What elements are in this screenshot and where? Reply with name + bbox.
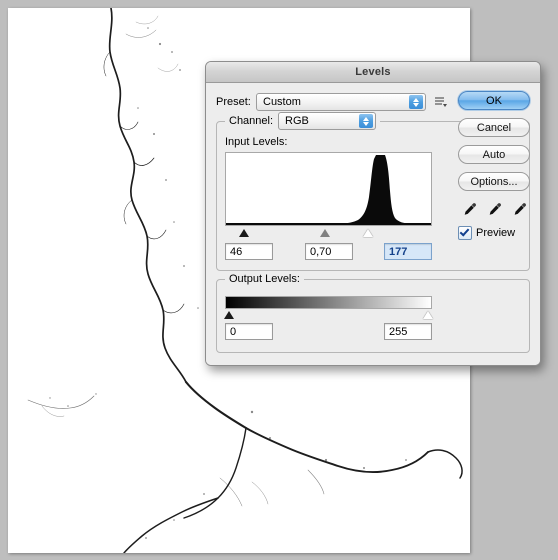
input-white-field[interactable]: 177 (384, 243, 432, 260)
input-levels-slider[interactable] (225, 227, 432, 239)
eyedropper-tool-group (458, 201, 530, 217)
output-levels-gradient (225, 296, 432, 309)
dialog-title: Levels (355, 66, 391, 78)
output-white-field[interactable]: 255 (384, 323, 432, 340)
preset-options-menu-icon[interactable] (434, 95, 448, 109)
cancel-button[interactable]: Cancel (458, 118, 530, 137)
preset-select[interactable]: Custom (256, 93, 426, 111)
histogram-display (225, 152, 432, 226)
input-gamma-field[interactable]: 0,70 (305, 243, 353, 260)
channel-selected-value: RGB (285, 115, 309, 127)
eyedropper-black-point-icon[interactable] (462, 201, 478, 217)
chevron-updown-icon (359, 114, 374, 128)
output-levels-fields: 0 255 (225, 323, 432, 341)
dialog-body: Preset: Custom Channel: RGB Input Levels… (206, 83, 540, 365)
output-white-point-handle[interactable] (423, 311, 433, 319)
input-black-field[interactable]: 46 (225, 243, 273, 260)
histogram-chart (226, 153, 431, 225)
dialog-button-column: OK Cancel Auto Options... Preview (458, 91, 530, 240)
input-gamma-handle[interactable] (320, 229, 330, 237)
output-black-point-handle[interactable] (224, 311, 234, 319)
levels-dialog[interactable]: Levels Preset: Custom Channel: RGB Input… (205, 61, 541, 366)
output-black-field[interactable]: 0 (225, 323, 273, 340)
preview-row[interactable]: Preview (458, 226, 530, 240)
preview-label: Preview (476, 227, 516, 239)
chevron-updown-icon (409, 95, 423, 109)
channel-label: Channel: (229, 115, 274, 127)
input-levels-fields: 46 0,70 177 (225, 243, 432, 261)
preset-label: Preset: (216, 96, 251, 108)
channel-select[interactable]: RGB (278, 112, 377, 130)
input-white-point-handle[interactable] (363, 229, 373, 237)
output-levels-slider[interactable] (224, 309, 433, 320)
dialog-titlebar[interactable]: Levels (206, 62, 540, 83)
eyedropper-gray-point-icon[interactable] (487, 201, 503, 217)
input-black-point-handle[interactable] (239, 229, 249, 237)
output-levels-label: Output Levels: (225, 273, 304, 285)
preset-selected-value: Custom (263, 96, 301, 108)
preview-checkbox[interactable] (458, 226, 472, 240)
output-levels-group: Output Levels: 0 255 (216, 273, 530, 353)
eyedropper-white-point-icon[interactable] (512, 201, 528, 217)
auto-button[interactable]: Auto (458, 145, 530, 164)
ok-button[interactable]: OK (458, 91, 530, 110)
options-button[interactable]: Options... (458, 172, 530, 191)
channel-row: Channel: RGB (225, 112, 381, 130)
